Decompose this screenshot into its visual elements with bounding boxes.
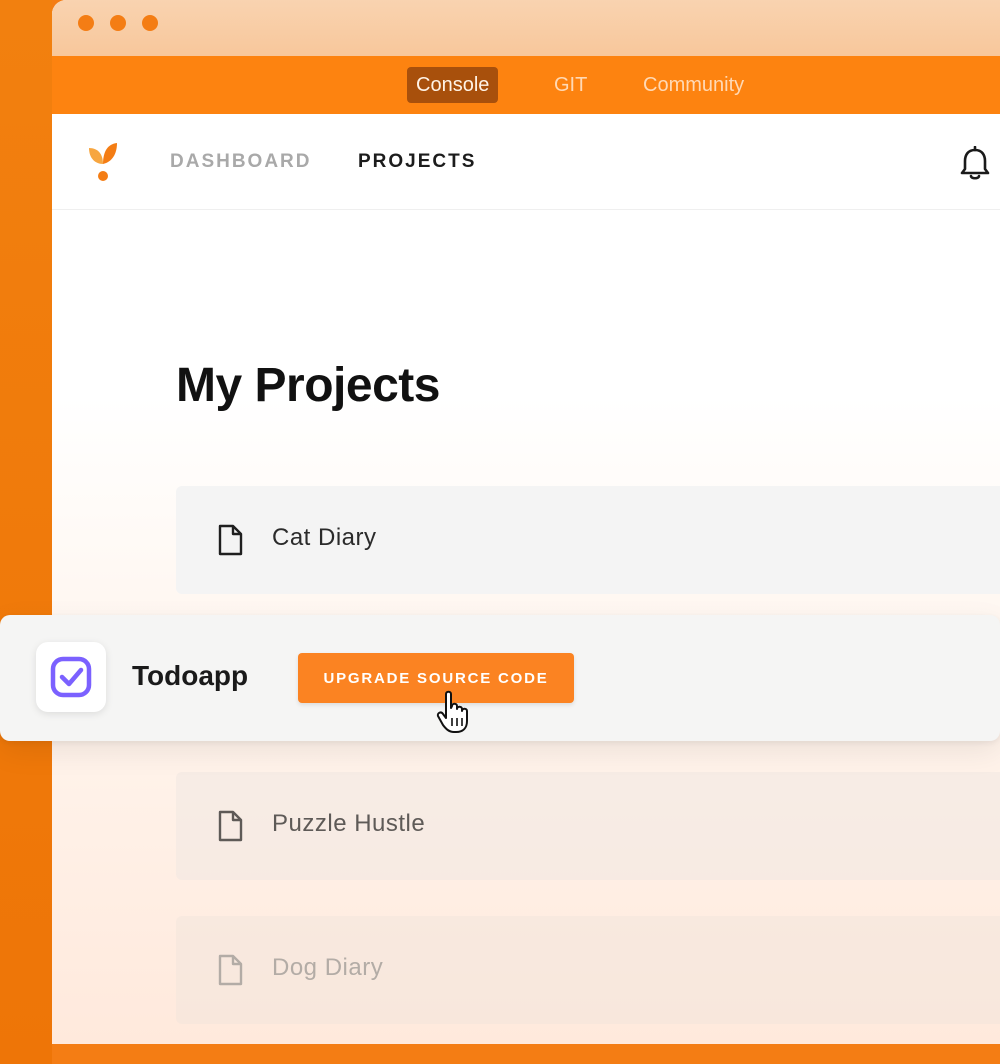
close-dot[interactable]: [78, 15, 94, 31]
background-strip: [0, 0, 52, 1064]
app-icon-tile: [36, 642, 106, 712]
tab-console[interactable]: Console: [407, 67, 499, 103]
tab-community[interactable]: Community: [634, 67, 753, 103]
minimize-dot[interactable]: [110, 15, 126, 31]
title-bar: [52, 0, 1000, 56]
maximize-dot[interactable]: [142, 15, 158, 31]
project-row-puzzle-hustle[interactable]: Puzzle Hustle: [176, 772, 1000, 880]
project-row-cat-diary[interactable]: Cat Diary: [176, 486, 1000, 594]
file-icon: [218, 954, 243, 986]
nav-link-dashboard[interactable]: DASHBOARD: [170, 151, 312, 173]
bell-icon[interactable]: [958, 146, 992, 182]
app-window: Console GIT Community DASHBOARD PROJECTS…: [52, 0, 1000, 1044]
checkbox-icon: [50, 656, 92, 698]
project-row-dog-diary[interactable]: Dog Diary: [176, 916, 1000, 1024]
tab-git[interactable]: GIT: [545, 67, 596, 103]
project-name: Dog Diary: [272, 954, 384, 981]
page-title: My Projects: [176, 359, 440, 412]
project-name: Cat Diary: [272, 524, 377, 551]
main-navbar: DASHBOARD PROJECTS: [52, 114, 1000, 210]
nav-link-projects[interactable]: PROJECTS: [358, 151, 476, 173]
project-name: Puzzle Hustle: [272, 810, 426, 837]
hand-cursor-icon: [436, 690, 468, 733]
file-icon: [218, 524, 243, 556]
file-icon: [218, 810, 243, 842]
app-name: Todoapp: [132, 660, 249, 691]
leaf-logo-icon[interactable]: [86, 140, 120, 184]
top-tab-bar: Console GIT Community: [52, 56, 1000, 114]
highlighted-project-card[interactable]: Todoapp UPGRADE SOURCE CODE: [0, 615, 1000, 741]
